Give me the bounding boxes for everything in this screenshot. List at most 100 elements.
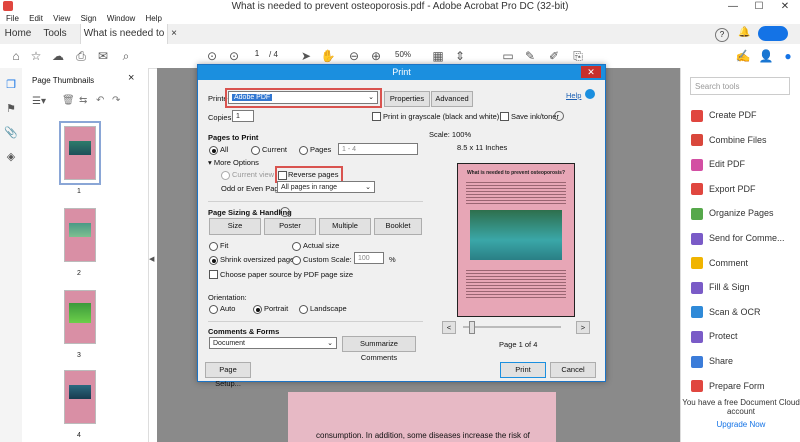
size-button[interactable]: Size: [209, 218, 261, 235]
custom-scale-radio[interactable]: [292, 256, 301, 265]
current-page-radio[interactable]: [251, 146, 260, 155]
extract-page-icon[interactable]: ⇆: [79, 95, 87, 106]
help-circle-icon[interactable]: [585, 89, 595, 99]
notifications-icon[interactable]: 🔔: [738, 27, 750, 39]
preview-slider-handle[interactable]: [469, 321, 475, 334]
thumbnail-page-1[interactable]: [59, 121, 101, 185]
menu-help[interactable]: Help: [146, 14, 162, 23]
summarize-comments-button[interactable]: Summarize Comments: [342, 336, 416, 362]
minimize-button[interactable]: —: [720, 0, 746, 13]
draw-icon[interactable]: ✐: [546, 48, 562, 64]
tool-prepare-form[interactable]: Prepare Form: [691, 379, 765, 393]
thumbnail-options-icon[interactable]: ☰▾: [32, 96, 46, 107]
maximize-button[interactable]: ☐: [746, 0, 772, 13]
menu-view[interactable]: View: [53, 14, 70, 23]
tool-scan-ocr[interactable]: Scan & OCR: [691, 305, 761, 319]
scroll-mode-icon[interactable]: ⇕: [452, 48, 468, 64]
multiple-button[interactable]: Multiple: [319, 218, 371, 235]
all-pages-radio[interactable]: [209, 146, 218, 155]
choose-paper-checkbox[interactable]: [209, 270, 218, 279]
tool-send-for-comme[interactable]: Send for Comme...: [691, 231, 785, 245]
shrink-radio[interactable]: [209, 256, 218, 265]
fit-radio[interactable]: [209, 242, 218, 251]
cloud-upload-icon[interactable]: ☁: [50, 48, 66, 64]
search-icon[interactable]: ⌕: [118, 48, 134, 64]
rotate-ccw-icon[interactable]: ↶: [96, 95, 104, 106]
thumbnail-page-4[interactable]: [64, 370, 96, 424]
menu-file[interactable]: File: [6, 14, 19, 23]
thumbnail-page-2[interactable]: [64, 208, 96, 262]
comment-icon[interactable]: ▭: [500, 48, 516, 64]
tool-organize-pages[interactable]: Organize Pages: [691, 206, 774, 221]
collapse-left-arrow-icon[interactable]: ◀: [149, 255, 154, 263]
thumbnails-close-icon[interactable]: ×: [128, 72, 134, 84]
zoom-level[interactable]: 50%: [395, 50, 411, 59]
pages-radio[interactable]: [299, 146, 308, 155]
tool-export-pdf[interactable]: Export PDF: [691, 182, 756, 196]
auto-radio[interactable]: [209, 305, 218, 314]
tab-close-icon[interactable]: ×: [168, 24, 180, 44]
portrait-radio[interactable]: [253, 305, 262, 314]
pages-range-input[interactable]: 1 - 4: [338, 143, 418, 155]
tool-edit-pdf[interactable]: Edit PDF: [691, 157, 745, 171]
save-ink-checkbox[interactable]: [500, 112, 509, 121]
help-link[interactable]: Help: [566, 91, 581, 100]
menu-window[interactable]: Window: [107, 14, 135, 23]
preview-prev-button[interactable]: <: [442, 321, 456, 334]
sign-icon[interactable]: ✍: [735, 48, 751, 64]
home-icon[interactable]: ⌂: [8, 48, 24, 64]
tool-create-pdf[interactable]: Create PDF: [691, 108, 757, 122]
booklet-button[interactable]: Booklet: [374, 218, 422, 235]
tool-combine-files[interactable]: Combine Files: [691, 133, 767, 147]
copies-input[interactable]: 1: [232, 110, 254, 122]
actual-size-radio[interactable]: [292, 242, 301, 251]
cancel-button[interactable]: Cancel: [550, 362, 596, 378]
zoom-in-icon[interactable]: ⊕: [368, 48, 384, 64]
fit-page-icon[interactable]: ▦: [430, 48, 446, 64]
tool-comment[interactable]: Comment: [691, 256, 748, 270]
rotate-cw-icon[interactable]: ↷: [112, 95, 120, 106]
delete-page-icon[interactable]: 🗑: [62, 95, 75, 106]
upgrade-link[interactable]: Upgrade Now: [681, 420, 800, 429]
advanced-button[interactable]: Advanced: [431, 91, 473, 107]
dialog-close-button[interactable]: ✕: [581, 66, 601, 78]
properties-button[interactable]: Properties: [384, 91, 430, 107]
acrobat-cloud-icon[interactable]: ●: [780, 48, 796, 64]
page-thumbnails-icon[interactable]: ❐: [3, 78, 19, 94]
email-icon[interactable]: ✉: [95, 48, 111, 64]
tool-fill-sign[interactable]: Fill & Sign: [691, 280, 750, 294]
search-tools-input[interactable]: Search tools: [690, 77, 790, 95]
select-tool-icon[interactable]: ➤: [298, 48, 314, 64]
stamp-icon[interactable]: ⎘: [570, 48, 586, 64]
comments-forms-select[interactable]: Document ⌄: [209, 337, 337, 349]
tab-document[interactable]: What is needed to ...: [80, 24, 168, 59]
poster-button[interactable]: Poster: [264, 218, 316, 235]
attachments-icon[interactable]: 📎: [3, 126, 19, 142]
grayscale-checkbox[interactable]: [372, 112, 381, 121]
preview-slider[interactable]: [463, 326, 561, 328]
menu-sign[interactable]: Sign: [81, 14, 97, 23]
sign-in-button[interactable]: [758, 26, 788, 41]
tab-home[interactable]: Home: [0, 24, 36, 44]
page-number-input[interactable]: 1: [250, 49, 264, 61]
page-setup-button[interactable]: Page Setup...: [205, 362, 251, 388]
hand-tool-icon[interactable]: ✋: [320, 48, 336, 64]
bookmark-star-icon[interactable]: ☆: [28, 48, 44, 64]
zoom-out-icon[interactable]: ⊖: [346, 48, 362, 64]
tab-tools[interactable]: Tools: [38, 24, 72, 44]
layers-icon[interactable]: ◈: [3, 150, 19, 166]
preview-next-button[interactable]: >: [576, 321, 590, 334]
help-icon[interactable]: ?: [715, 28, 729, 42]
tool-share[interactable]: Share: [691, 354, 733, 368]
print-icon[interactable]: ⎙: [73, 48, 89, 64]
odd-even-select[interactable]: All pages in range ⌄: [277, 181, 375, 193]
custom-scale-input[interactable]: 100: [354, 252, 384, 264]
tool-protect[interactable]: Protect: [691, 329, 738, 344]
landscape-radio[interactable]: [299, 305, 308, 314]
page-down-icon[interactable]: ⊙: [226, 48, 242, 64]
print-button[interactable]: Print: [500, 362, 546, 378]
share-user-icon[interactable]: 👤: [758, 48, 774, 64]
page-up-icon[interactable]: ⊙: [204, 48, 220, 64]
bookmarks-icon[interactable]: ⚑: [3, 102, 19, 118]
window-close-button[interactable]: ✕: [772, 0, 798, 13]
